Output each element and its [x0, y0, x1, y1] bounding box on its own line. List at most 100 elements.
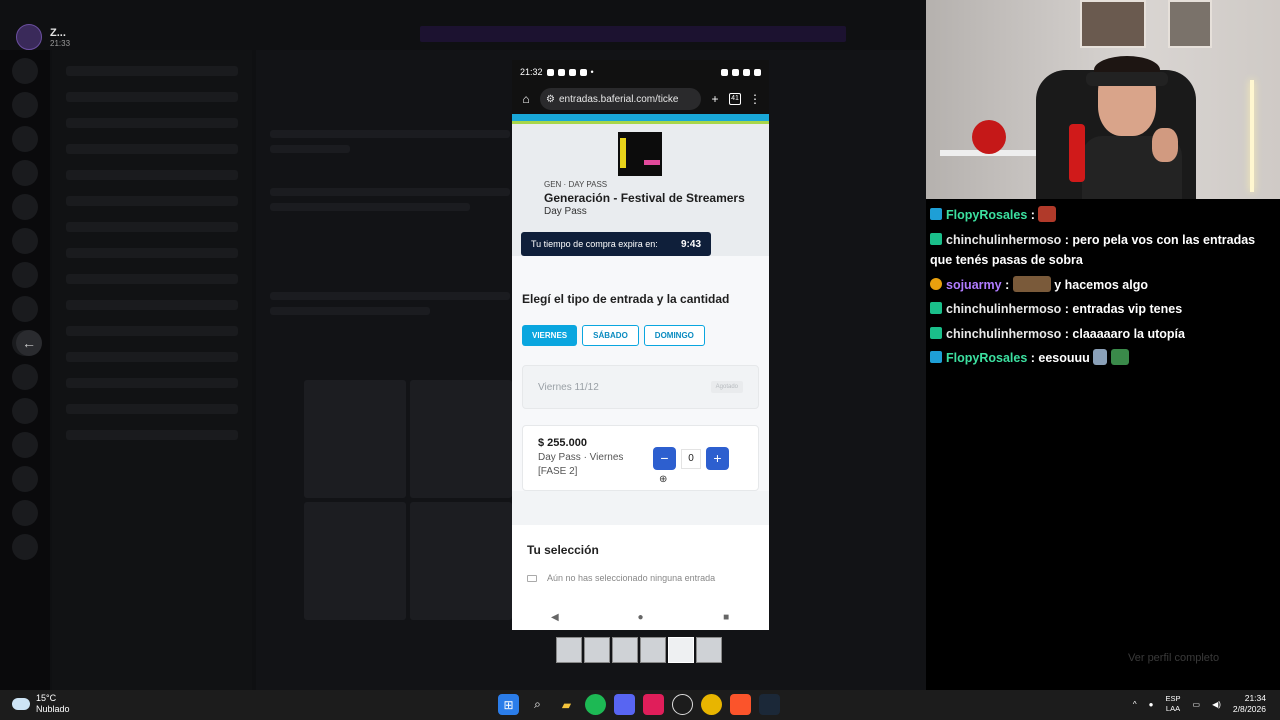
clock-date: 2/8/2026: [1232, 704, 1266, 714]
chat-message: chinchulinhermoso : claaaaaro la utopía: [930, 324, 1276, 345]
back-icon[interactable]: ◀: [545, 612, 565, 623]
tiktok-icon: [579, 68, 587, 76]
thumbnail[interactable]: [640, 637, 666, 663]
chrome-icon[interactable]: [701, 694, 722, 715]
increase-button[interactable]: +: [706, 447, 729, 470]
sub-badge-icon: [930, 351, 942, 363]
event-header: GEN · DAY PASS Generación - Festival de …: [512, 124, 769, 256]
date-label: Viernes 11/12: [538, 381, 599, 393]
selection-title: Tu selección: [527, 543, 599, 557]
thumbnail[interactable]: [696, 637, 722, 663]
date-card: Viernes 11/12 Agotado: [522, 365, 759, 409]
gold-badge-icon: [930, 277, 942, 290]
timer-value: 9:43: [680, 238, 701, 250]
wall-picture: [1080, 0, 1146, 48]
chat-message: FlopyRosales : eesouuu: [930, 348, 1276, 369]
light-strip: [1250, 80, 1254, 192]
chat-message: sojuarmy : y hacemos algo: [930, 275, 1276, 296]
emote-icon: [1093, 349, 1108, 365]
browser-toolbar: ⌂ ⚙ entradas.baferial.com/ticke + 41 ⋮: [512, 84, 769, 114]
address-bar[interactable]: ⚙ entradas.baferial.com/ticke: [540, 88, 701, 110]
user-time: 21:33: [50, 38, 71, 48]
youtube-icon: [557, 68, 565, 76]
chevron-up-icon[interactable]: ^: [1133, 700, 1137, 709]
chat-username[interactable]: chinchulinhermoso: [946, 302, 1061, 316]
language-indicator[interactable]: ESP LAA: [1166, 694, 1181, 714]
network-icon[interactable]: ▭: [1193, 700, 1201, 709]
profile-link[interactable]: Ver perfil completo: [1128, 652, 1219, 664]
site-accent-bar: [512, 114, 769, 124]
tab-switcher[interactable]: 41: [729, 93, 741, 105]
thumbnail[interactable]: [556, 637, 582, 663]
search-icon[interactable]: ⌕: [527, 694, 548, 715]
status-badge: Agotado: [710, 381, 743, 393]
vip-badge-icon: [930, 302, 942, 314]
thumbnail-strip: [556, 637, 722, 663]
folder-icon[interactable]: ▰: [556, 694, 577, 715]
avatar[interactable]: [16, 24, 42, 50]
chat-username[interactable]: FlopyRosales: [946, 351, 1027, 365]
chat-username[interactable]: sojuarmy: [946, 278, 1002, 292]
chat-text: claaaaaro la utopía: [1072, 326, 1185, 341]
home-button-icon[interactable]: ●: [630, 612, 650, 623]
wall-picture: [1168, 0, 1212, 48]
sub-badge-icon: [930, 208, 942, 220]
brave-icon[interactable]: [730, 694, 751, 715]
windows-start-icon[interactable]: ⊞: [498, 694, 519, 715]
chat-username[interactable]: FlopyRosales: [946, 208, 1027, 222]
vip-badge-icon: [930, 326, 942, 339]
new-tab-icon[interactable]: +: [707, 92, 723, 106]
chat-username[interactable]: chinchulinhermoso: [946, 327, 1061, 341]
more-notifications-icon: •: [590, 67, 594, 77]
quantity-value[interactable]: 0: [681, 448, 701, 469]
red-bottle: [1069, 124, 1085, 182]
ticket-card: $ 255.000 Day Pass · Viernes [FASE 2] − …: [522, 425, 759, 491]
thumbnail[interactable]: [584, 637, 610, 663]
emote-icon: [1110, 349, 1129, 365]
weather-text: Nublado: [36, 704, 70, 714]
weather-widget[interactable]: 15°C Nublado: [12, 693, 70, 715]
image-grid: [304, 380, 512, 620]
spotify-icon[interactable]: [585, 694, 606, 715]
tab-domingo[interactable]: DOMINGO: [643, 325, 705, 346]
selection-empty: Aún no has seleccionado ninguna entrada: [527, 573, 754, 583]
webcam-feed: [926, 0, 1280, 199]
chat-username[interactable]: chinchulinhermoso: [946, 233, 1061, 247]
url-text: entradas.baferial.com/ticke: [558, 93, 679, 105]
emote-icon: [1012, 275, 1051, 292]
app-icon[interactable]: [643, 694, 664, 715]
decrease-button[interactable]: −: [653, 447, 676, 470]
screen: Z... 21:33 ← → 21:32 • ⌂: [0, 0, 1280, 720]
discord-background: Z... 21:33 ←: [0, 0, 926, 690]
tab-sabado[interactable]: SÁBADO: [582, 325, 639, 346]
wifi-icon: [732, 68, 739, 76]
selection-empty-text: Aún no has seleccionado ninguna entrada: [547, 573, 716, 583]
chat-message: chinchulinhermoso : entradas vip tenes: [930, 299, 1276, 320]
discord-icon[interactable]: [614, 694, 635, 715]
recents-icon[interactable]: ■: [716, 612, 736, 623]
alarm-icon: [721, 68, 728, 76]
event-title: Generación - Festival de Streamers: [544, 191, 745, 205]
android-nav-bar: ◀ ● ■: [512, 604, 769, 630]
microphone-icon[interactable]: ●: [1149, 700, 1154, 709]
previous-arrow-icon[interactable]: ←: [16, 330, 42, 356]
site-settings-icon[interactable]: ⚙: [546, 94, 555, 105]
app-icon[interactable]: [672, 694, 693, 715]
tab-viernes[interactable]: VIERNES: [522, 325, 578, 346]
volume-icon[interactable]: ◀): [1212, 700, 1221, 709]
steam-icon[interactable]: [759, 694, 780, 715]
thumbnail[interactable]: [612, 637, 638, 663]
ticket-description: Day Pass · Viernes [FASE 2]: [538, 452, 624, 477]
clock-time: 21:34: [1244, 693, 1266, 703]
emote-icon: [1038, 206, 1057, 222]
vip-badge-icon: [930, 232, 942, 245]
ticket-icon: [527, 574, 537, 582]
menu-icon[interactable]: ⋮: [747, 92, 763, 106]
thumbnail-selected[interactable]: [668, 637, 694, 663]
clock[interactable]: 21:34 2/8/2026: [1233, 693, 1266, 715]
home-icon[interactable]: ⌂: [518, 92, 534, 106]
user-info[interactable]: Z... 21:33: [16, 24, 70, 50]
chat-panel: FlopyRosales : chinchulinhermoso : pero …: [926, 199, 1280, 690]
purchase-timer: Tu tiempo de compra expira en: 9:43: [521, 232, 711, 256]
system-tray: ^ ● ESP LAA ▭ ◀) 21:34 2/8/2026: [1133, 693, 1266, 715]
